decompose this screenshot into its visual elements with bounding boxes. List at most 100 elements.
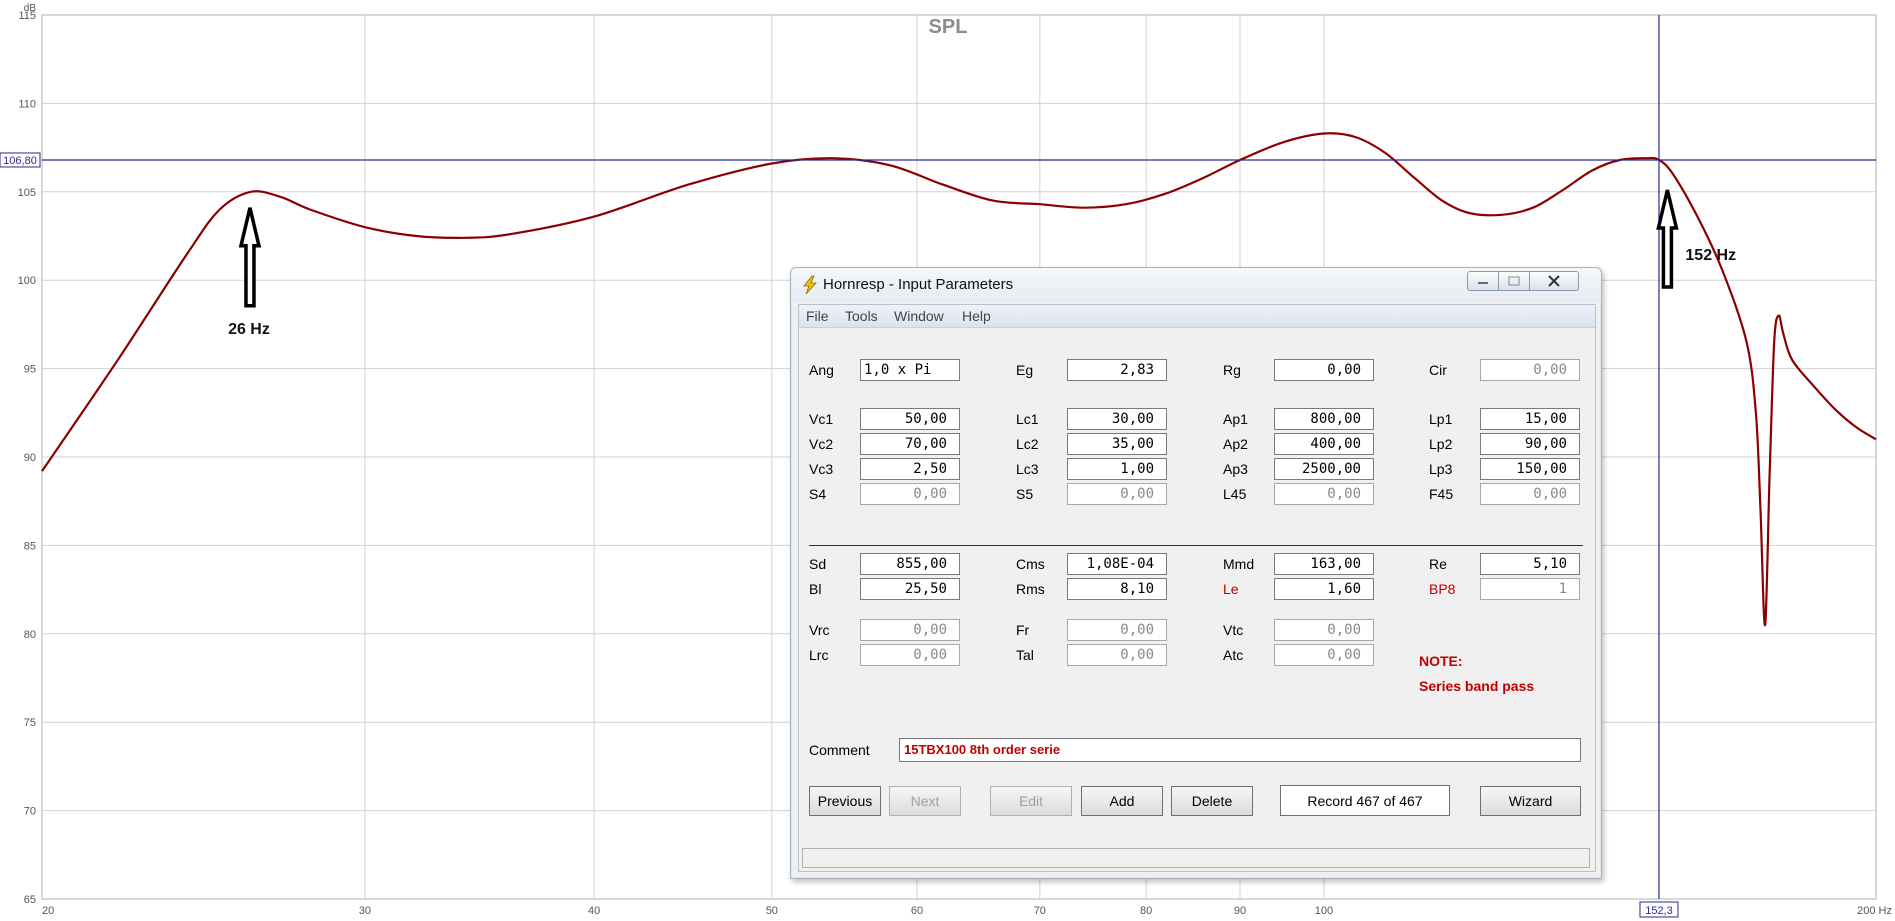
param-label-rg: Rg bbox=[1223, 362, 1241, 378]
param-input-atc[interactable]: 0,00 bbox=[1274, 644, 1374, 666]
param-input-rg[interactable]: 0,00 bbox=[1274, 359, 1374, 381]
param-label-s5: S5 bbox=[1016, 486, 1034, 502]
param-input-vc1[interactable]: 50,00 bbox=[860, 408, 960, 430]
param-input-lc1[interactable]: 30,00 bbox=[1067, 408, 1167, 430]
delete-button[interactable]: Delete bbox=[1171, 786, 1253, 816]
param-label-tal: Tal bbox=[1016, 647, 1034, 663]
param-label-lc2: Lc2 bbox=[1016, 436, 1039, 452]
param-input-lc3[interactable]: 1,00 bbox=[1067, 458, 1167, 480]
previous-button[interactable]: Previous bbox=[809, 786, 881, 816]
param-input-s4[interactable]: 0,00 bbox=[860, 483, 960, 505]
y-tick-label: 110 bbox=[18, 98, 36, 110]
y-tick-label: 65 bbox=[24, 894, 36, 906]
param-input-tal[interactable]: 0,00 bbox=[1067, 644, 1167, 666]
cursor-x-label: 152,3 bbox=[1645, 905, 1673, 917]
param-label-atc: Atc bbox=[1223, 647, 1244, 663]
param-label-bp8: BP8 bbox=[1429, 581, 1456, 597]
menu-tools[interactable]: Tools bbox=[845, 308, 878, 324]
param-input-vc3[interactable]: 2,50 bbox=[860, 458, 960, 480]
param-input-vrc[interactable]: 0,00 bbox=[860, 619, 960, 641]
param-input-lp3[interactable]: 150,00 bbox=[1480, 458, 1580, 480]
param-label-le: Le bbox=[1223, 581, 1239, 597]
param-input-fr[interactable]: 0,00 bbox=[1067, 619, 1167, 641]
separator-line bbox=[809, 545, 1583, 546]
minimize-button[interactable] bbox=[1467, 271, 1499, 291]
param-input-vtc[interactable]: 0,00 bbox=[1274, 619, 1374, 641]
y-tick-label: 85 bbox=[24, 540, 36, 552]
param-input-ap3[interactable]: 2500,00 bbox=[1274, 458, 1374, 480]
param-label-sd: Sd bbox=[809, 556, 827, 572]
x-tick-label: 20 bbox=[42, 905, 54, 917]
wizard-button[interactable]: Wizard bbox=[1480, 786, 1581, 816]
param-input-eg[interactable]: 2,83 bbox=[1067, 359, 1167, 381]
record-indicator: Record 467 of 467 bbox=[1280, 785, 1450, 816]
y-tick-label: 90 bbox=[24, 452, 36, 464]
close-button[interactable] bbox=[1529, 271, 1579, 291]
y-tick-label: 80 bbox=[24, 629, 36, 641]
y-tick-label: 70 bbox=[24, 806, 36, 818]
y-tick-label: 95 bbox=[24, 364, 36, 376]
param-label-s4: S4 bbox=[809, 486, 827, 502]
title-bar[interactable]: Hornresp - Input Parameters bbox=[791, 268, 1601, 302]
menu-bar: File Tools Window Help bbox=[799, 305, 1595, 328]
param-input-sd[interactable]: 855,00 bbox=[860, 553, 960, 575]
menu-help[interactable]: Help bbox=[962, 308, 991, 324]
menu-window[interactable]: Window bbox=[894, 308, 944, 324]
y-tick-label: 75 bbox=[24, 717, 36, 729]
param-input-rms[interactable]: 8,10 bbox=[1067, 578, 1167, 600]
note-label: NOTE: bbox=[1419, 653, 1463, 669]
param-input-lp1[interactable]: 15,00 bbox=[1480, 408, 1580, 430]
x-tick-label: 60 bbox=[911, 905, 923, 917]
add-button[interactable]: Add bbox=[1081, 786, 1163, 816]
close-icon bbox=[1548, 275, 1560, 287]
param-input-lp2[interactable]: 90,00 bbox=[1480, 433, 1580, 455]
y-tick-label: 105 bbox=[18, 187, 36, 199]
edit-button[interactable]: Edit bbox=[990, 786, 1072, 816]
param-label-lp3: Lp3 bbox=[1429, 461, 1453, 477]
param-input-bl[interactable]: 25,50 bbox=[860, 578, 960, 600]
param-input-cms[interactable]: 1,08E-04 bbox=[1067, 553, 1167, 575]
param-input-mmd[interactable]: 163,00 bbox=[1274, 553, 1374, 575]
param-label-l45: L45 bbox=[1223, 486, 1247, 502]
param-label-bl: Bl bbox=[809, 581, 822, 597]
param-input-lc2[interactable]: 35,00 bbox=[1067, 433, 1167, 455]
param-label-fr: Fr bbox=[1016, 622, 1030, 638]
param-input-ap1[interactable]: 800,00 bbox=[1274, 408, 1374, 430]
param-input-cir[interactable]: 0,00 bbox=[1480, 359, 1580, 381]
param-label-cms: Cms bbox=[1016, 556, 1045, 572]
chart-title: SPL bbox=[929, 16, 968, 38]
menu-file[interactable]: File bbox=[806, 308, 829, 324]
x-tick-label: 80 bbox=[1140, 905, 1152, 917]
param-input-ang[interactable]: 1,0 x Pi bbox=[860, 359, 960, 381]
next-button[interactable]: Next bbox=[889, 786, 961, 816]
param-label-ap2: Ap2 bbox=[1223, 436, 1248, 452]
param-input-f45[interactable]: 0,00 bbox=[1480, 483, 1580, 505]
param-input-bp8[interactable]: 1 bbox=[1480, 578, 1580, 600]
param-input-vc2[interactable]: 70,00 bbox=[860, 433, 960, 455]
note-text: Series band pass bbox=[1419, 678, 1535, 694]
param-input-le[interactable]: 1,60 bbox=[1274, 578, 1374, 600]
param-label-vc1: Vc1 bbox=[809, 411, 834, 427]
maximize-button[interactable] bbox=[1498, 271, 1530, 291]
param-label-f45: F45 bbox=[1429, 486, 1454, 502]
param-input-ap2[interactable]: 400,00 bbox=[1274, 433, 1374, 455]
param-label-eg: Eg bbox=[1016, 362, 1034, 378]
comment-label: Comment bbox=[809, 742, 870, 758]
comment-field[interactable]: 15TBX100 8th order serie bbox=[899, 738, 1581, 762]
x-tick-label: 70 bbox=[1034, 905, 1046, 917]
param-label-re: Re bbox=[1429, 556, 1447, 572]
param-label-rms: Rms bbox=[1016, 581, 1045, 597]
param-input-s5[interactable]: 0,00 bbox=[1067, 483, 1167, 505]
param-input-lrc[interactable]: 0,00 bbox=[860, 644, 960, 666]
param-input-l45[interactable]: 0,00 bbox=[1274, 483, 1374, 505]
cursor-y-label: 106,80 bbox=[3, 155, 37, 167]
param-label-lc3: Lc3 bbox=[1016, 461, 1039, 477]
param-label-lrc: Lrc bbox=[809, 647, 829, 663]
x-tick-label: 40 bbox=[588, 905, 600, 917]
annotation-label: 152 Hz bbox=[1685, 247, 1736, 264]
x-tick-label: 50 bbox=[766, 905, 778, 917]
param-input-re[interactable]: 5,10 bbox=[1480, 553, 1580, 575]
param-label-vrc: Vrc bbox=[809, 622, 830, 638]
param-label-vc3: Vc3 bbox=[809, 461, 834, 477]
x-tick-label: 200 Hz bbox=[1857, 905, 1892, 917]
